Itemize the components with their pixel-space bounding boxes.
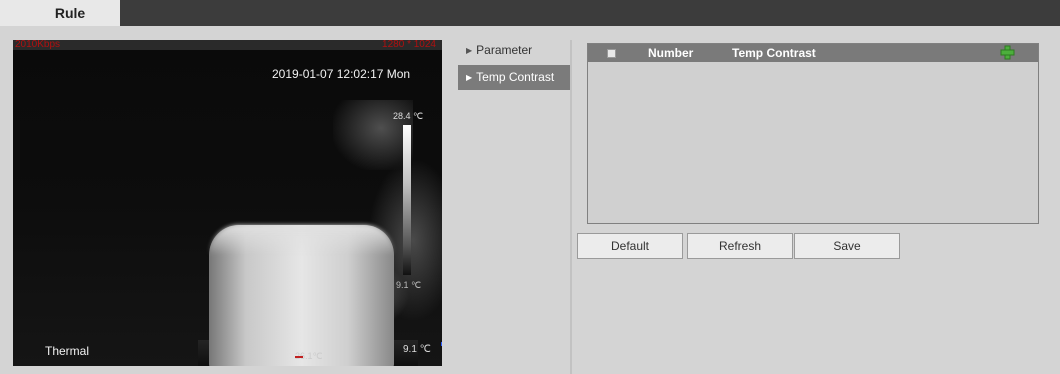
cup-highlight	[209, 225, 394, 255]
osd-timestamp: 2019-01-07 12:02:17 Mon	[272, 67, 411, 81]
save-button[interactable]: Save	[794, 233, 900, 259]
spot-temperature: 9.1 ℃	[403, 344, 431, 355]
tab-rule[interactable]: Rule	[20, 0, 120, 28]
thermal-video-preview[interactable]: 2010Kbps 1280 * 1024 2019-01-07 12:02:17…	[13, 40, 442, 366]
bitrate-label: 2010Kbps	[15, 40, 61, 50]
menu-item-label: Parameter	[476, 43, 533, 57]
temp-scale-min: 9.1 ℃	[396, 280, 422, 290]
top-bar	[0, 0, 1060, 26]
select-all-checkbox[interactable]	[607, 49, 616, 58]
triangle-right-icon: ▶	[466, 73, 473, 82]
menu-item-label: Temp Contrast	[476, 70, 555, 84]
plus-icon[interactable]	[1000, 45, 1015, 60]
video-info-strip	[13, 40, 442, 50]
center-marker-icon	[295, 356, 303, 358]
table-header: Number Temp Contrast	[588, 44, 1038, 62]
refresh-button[interactable]: Refresh	[687, 233, 793, 259]
temperature-scale-bar	[403, 125, 411, 275]
top-bar-left-gap	[0, 0, 20, 26]
rule-menu: ▶ Parameter ▶ Temp Contrast	[458, 40, 570, 90]
panel-divider	[570, 40, 572, 374]
default-button[interactable]: Default	[577, 233, 683, 259]
spot-marker-icon	[441, 342, 442, 346]
menu-item-parameter[interactable]: ▶ Parameter	[458, 40, 570, 65]
temp-contrast-table: Number Temp Contrast	[587, 43, 1039, 224]
column-header-number: Number	[648, 46, 694, 60]
temp-scale-max: 28.4 ℃	[393, 111, 424, 121]
column-header-temp-contrast: Temp Contrast	[732, 46, 816, 60]
channel-name-label: Thermal	[45, 344, 90, 358]
menu-item-temp-contrast[interactable]: ▶ Temp Contrast	[458, 65, 570, 90]
resolution-label: 1280 * 1024	[382, 40, 436, 50]
triangle-right-icon: ▶	[466, 46, 473, 55]
